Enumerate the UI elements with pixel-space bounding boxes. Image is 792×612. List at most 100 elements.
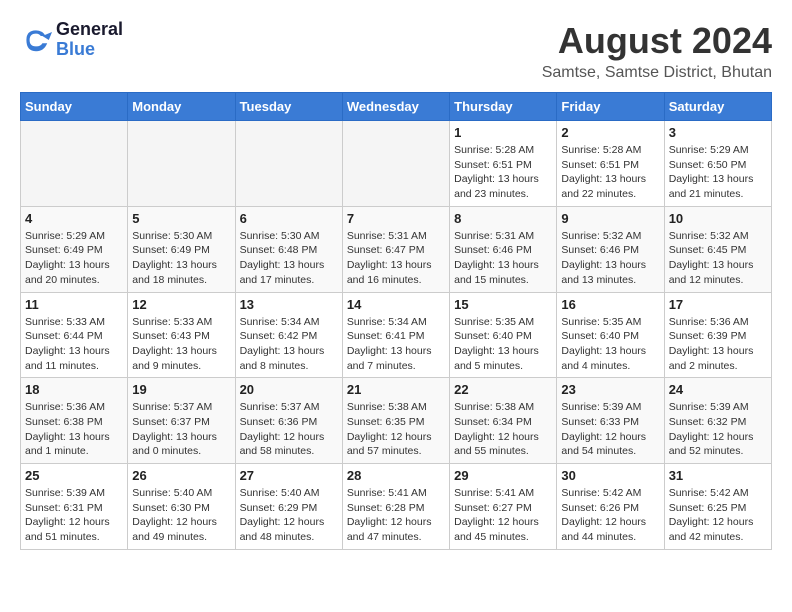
calendar-cell: 8 Sunrise: 5:31 AMSunset: 6:46 PMDaylight… — [450, 206, 557, 292]
day-info: Sunrise: 5:41 AMSunset: 6:28 PMDaylight:… — [347, 486, 445, 545]
day-number: 8 — [454, 211, 552, 226]
day-info: Sunrise: 5:34 AMSunset: 6:42 PMDaylight:… — [240, 315, 338, 374]
day-number: 21 — [347, 382, 445, 397]
calendar-week-2: 4 Sunrise: 5:29 AMSunset: 6:49 PMDaylight… — [21, 206, 772, 292]
calendar-cell: 4 Sunrise: 5:29 AMSunset: 6:49 PMDaylight… — [21, 206, 128, 292]
calendar-cell — [235, 121, 342, 207]
day-number: 4 — [25, 211, 123, 226]
day-number: 29 — [454, 468, 552, 483]
day-info: Sunrise: 5:35 AMSunset: 6:40 PMDaylight:… — [561, 315, 659, 374]
day-info: Sunrise: 5:33 AMSunset: 6:43 PMDaylight:… — [132, 315, 230, 374]
day-info: Sunrise: 5:37 AMSunset: 6:37 PMDaylight:… — [132, 400, 230, 459]
calendar-cell: 7 Sunrise: 5:31 AMSunset: 6:47 PMDaylight… — [342, 206, 449, 292]
calendar-cell: 9Sunrise: 5:32 AMSunset: 6:46 PMDaylight… — [557, 206, 664, 292]
calendar-cell: 10Sunrise: 5:32 AMSunset: 6:45 PMDayligh… — [664, 206, 771, 292]
day-number: 22 — [454, 382, 552, 397]
day-info: Sunrise: 5:30 AMSunset: 6:49 PMDaylight:… — [132, 229, 230, 288]
day-number: 6 — [240, 211, 338, 226]
day-number: 14 — [347, 297, 445, 312]
day-info: Sunrise: 5:31 AMSunset: 6:46 PMDaylight:… — [454, 229, 552, 288]
logo-text: General Blue — [56, 20, 123, 60]
day-info: Sunrise: 5:38 AMSunset: 6:35 PMDaylight:… — [347, 400, 445, 459]
day-info: Sunrise: 5:29 AMSunset: 6:50 PMDaylight:… — [669, 143, 767, 202]
day-info: Sunrise: 5:31 AMSunset: 6:47 PMDaylight:… — [347, 229, 445, 288]
day-number: 13 — [240, 297, 338, 312]
day-number: 23 — [561, 382, 659, 397]
day-info: Sunrise: 5:33 AMSunset: 6:44 PMDaylight:… — [25, 315, 123, 374]
calendar-cell — [342, 121, 449, 207]
day-info: Sunrise: 5:42 AMSunset: 6:26 PMDaylight:… — [561, 486, 659, 545]
day-number: 18 — [25, 382, 123, 397]
weekday-header-saturday: Saturday — [664, 93, 771, 121]
weekday-header-row: SundayMondayTuesdayWednesdayThursdayFrid… — [21, 93, 772, 121]
calendar-cell — [128, 121, 235, 207]
calendar-cell: 1 Sunrise: 5:28 AMSunset: 6:51 PMDaylight… — [450, 121, 557, 207]
day-number: 27 — [240, 468, 338, 483]
calendar-cell: 12 Sunrise: 5:33 AMSunset: 6:43 PMDayligh… — [128, 292, 235, 378]
day-number: 16 — [561, 297, 659, 312]
calendar-cell: 2 Sunrise: 5:28 AMSunset: 6:51 PMDaylight… — [557, 121, 664, 207]
calendar-cell: 28 Sunrise: 5:41 AMSunset: 6:28 PMDayligh… — [342, 464, 449, 550]
day-info: Sunrise: 5:39 AMSunset: 6:33 PMDaylight:… — [561, 400, 659, 459]
day-info: Sunrise: 5:28 AMSunset: 6:51 PMDaylight:… — [454, 143, 552, 202]
calendar-cell: 29 Sunrise: 5:41 AMSunset: 6:27 PMDayligh… — [450, 464, 557, 550]
calendar-table: SundayMondayTuesdayWednesdayThursdayFrid… — [20, 92, 772, 550]
calendar-week-1: 1 Sunrise: 5:28 AMSunset: 6:51 PMDaylight… — [21, 121, 772, 207]
day-info: Sunrise: 5:32 AMSunset: 6:46 PMDaylight:… — [561, 229, 659, 288]
day-number: 31 — [669, 468, 767, 483]
weekday-header-sunday: Sunday — [21, 93, 128, 121]
day-info: Sunrise: 5:39 AMSunset: 6:32 PMDaylight:… — [669, 400, 767, 459]
calendar-week-5: 25 Sunrise: 5:39 AMSunset: 6:31 PMDayligh… — [21, 464, 772, 550]
day-number: 15 — [454, 297, 552, 312]
calendar-cell: 21 Sunrise: 5:38 AMSunset: 6:35 PMDayligh… — [342, 378, 449, 464]
day-info: Sunrise: 5:41 AMSunset: 6:27 PMDaylight:… — [454, 486, 552, 545]
day-number: 12 — [132, 297, 230, 312]
calendar-cell: 13 Sunrise: 5:34 AMSunset: 6:42 PMDayligh… — [235, 292, 342, 378]
calendar-week-4: 18 Sunrise: 5:36 AMSunset: 6:38 PMDayligh… — [21, 378, 772, 464]
calendar-cell: 20Sunrise: 5:37 AMSunset: 6:36 PMDayligh… — [235, 378, 342, 464]
calendar-cell: 17Sunrise: 5:36 AMSunset: 6:39 PMDayligh… — [664, 292, 771, 378]
day-number: 30 — [561, 468, 659, 483]
day-number: 19 — [132, 382, 230, 397]
day-info: Sunrise: 5:39 AMSunset: 6:31 PMDaylight:… — [25, 486, 123, 545]
calendar-cell: 14Sunrise: 5:34 AMSunset: 6:41 PMDayligh… — [342, 292, 449, 378]
day-number: 17 — [669, 297, 767, 312]
day-info: Sunrise: 5:32 AMSunset: 6:45 PMDaylight:… — [669, 229, 767, 288]
calendar-cell: 15 Sunrise: 5:35 AMSunset: 6:40 PMDayligh… — [450, 292, 557, 378]
calendar-cell: 23 Sunrise: 5:39 AMSunset: 6:33 PMDayligh… — [557, 378, 664, 464]
title-block: August 2024 Samtse, Samtse District, Bhu… — [542, 20, 772, 82]
day-number: 25 — [25, 468, 123, 483]
calendar-cell: 5Sunrise: 5:30 AMSunset: 6:49 PMDaylight… — [128, 206, 235, 292]
calendar-cell: 22 Sunrise: 5:38 AMSunset: 6:34 PMDayligh… — [450, 378, 557, 464]
calendar-cell: 24 Sunrise: 5:39 AMSunset: 6:32 PMDayligh… — [664, 378, 771, 464]
day-number: 11 — [25, 297, 123, 312]
calendar-week-3: 11 Sunrise: 5:33 AMSunset: 6:44 PMDayligh… — [21, 292, 772, 378]
day-info: Sunrise: 5:29 AMSunset: 6:49 PMDaylight:… — [25, 229, 123, 288]
month-title: August 2024 — [542, 20, 772, 62]
day-info: Sunrise: 5:40 AMSunset: 6:29 PMDaylight:… — [240, 486, 338, 545]
logo-icon — [20, 24, 52, 56]
weekday-header-monday: Monday — [128, 93, 235, 121]
weekday-header-friday: Friday — [557, 93, 664, 121]
calendar-cell: 3Sunrise: 5:29 AMSunset: 6:50 PMDaylight… — [664, 121, 771, 207]
day-number: 2 — [561, 125, 659, 140]
day-info: Sunrise: 5:35 AMSunset: 6:40 PMDaylight:… — [454, 315, 552, 374]
day-info: Sunrise: 5:28 AMSunset: 6:51 PMDaylight:… — [561, 143, 659, 202]
day-number: 28 — [347, 468, 445, 483]
location-subtitle: Samtse, Samtse District, Bhutan — [542, 64, 772, 82]
calendar-cell: 25 Sunrise: 5:39 AMSunset: 6:31 PMDayligh… — [21, 464, 128, 550]
logo: General Blue — [20, 20, 123, 60]
day-info: Sunrise: 5:38 AMSunset: 6:34 PMDaylight:… — [454, 400, 552, 459]
day-number: 7 — [347, 211, 445, 226]
day-number: 24 — [669, 382, 767, 397]
day-number: 1 — [454, 125, 552, 140]
calendar-cell: 11 Sunrise: 5:33 AMSunset: 6:44 PMDayligh… — [21, 292, 128, 378]
day-number: 20 — [240, 382, 338, 397]
calendar-cell: 27 Sunrise: 5:40 AMSunset: 6:29 PMDayligh… — [235, 464, 342, 550]
calendar-cell: 19 Sunrise: 5:37 AMSunset: 6:37 PMDayligh… — [128, 378, 235, 464]
weekday-header-wednesday: Wednesday — [342, 93, 449, 121]
calendar-cell: 30 Sunrise: 5:42 AMSunset: 6:26 PMDayligh… — [557, 464, 664, 550]
day-info: Sunrise: 5:36 AMSunset: 6:38 PMDaylight:… — [25, 400, 123, 459]
day-number: 26 — [132, 468, 230, 483]
weekday-header-thursday: Thursday — [450, 93, 557, 121]
